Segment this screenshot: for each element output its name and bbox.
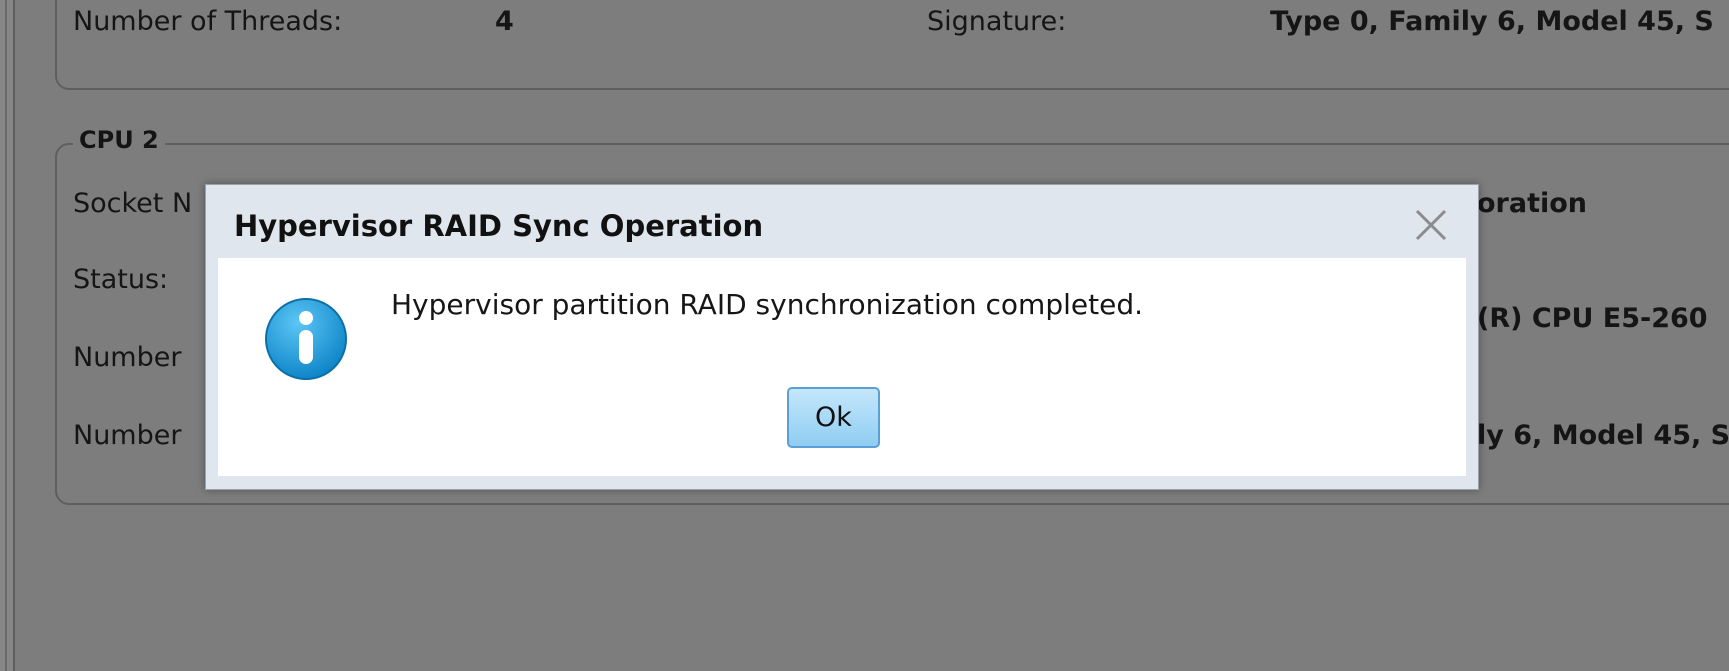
info-icon: [263, 296, 349, 382]
number-label-2: Number: [73, 420, 182, 451]
dialog-body: Hypervisor partition RAID synchronizatio…: [218, 258, 1466, 476]
close-icon-glyph: [1415, 209, 1447, 241]
cpu2-value-2: (R) CPU E5-260: [1477, 303, 1708, 334]
dialog-title: Hypervisor RAID Sync Operation: [234, 209, 764, 243]
cpu2-value-3: ly 6, Model 45, S: [1477, 420, 1729, 451]
threads-value: 4: [495, 6, 514, 37]
number-label-1: Number: [73, 342, 182, 373]
status-label: Status:: [73, 264, 169, 295]
socket-label: Socket N: [73, 188, 193, 219]
signature-label: Signature:: [927, 6, 1067, 37]
raid-sync-dialog: Hypervisor RAID Sync Operation Hyperviso…: [205, 184, 1479, 490]
cpu2-value-1: oration: [1477, 188, 1588, 219]
ok-button[interactable]: Ok: [787, 387, 880, 448]
threads-label: Number of Threads:: [73, 6, 343, 37]
signature-value: Type 0, Family 6, Model 45, S: [1270, 6, 1714, 37]
page: Number of Threads: 4 Signature: Type 0, …: [0, 0, 1729, 671]
window-left-border: [0, 0, 15, 671]
cpu2-group-title: CPU 2: [73, 126, 165, 154]
dialog-message: Hypervisor partition RAID synchronizatio…: [391, 288, 1143, 321]
close-icon[interactable]: [1411, 205, 1451, 245]
